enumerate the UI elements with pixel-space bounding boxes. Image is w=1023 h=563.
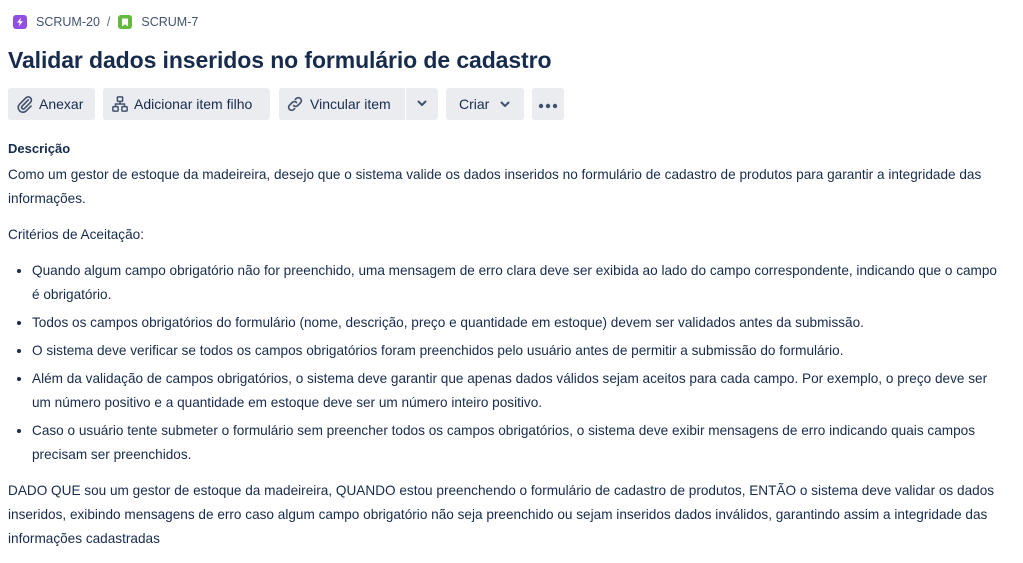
issue-title[interactable]: Validar dados inseridos no formulário de… <box>8 47 552 74</box>
chevron-down-icon <box>416 96 428 112</box>
description-scenario: DADO QUE sou um gestor de estoque da mad… <box>8 483 995 546</box>
breadcrumb-parent-issue[interactable]: SCRUM-20 <box>13 15 100 29</box>
criteria-list: Quando algum campo obrigatório não for p… <box>8 259 1006 467</box>
criteria-heading: Critérios de Aceitação: <box>8 227 145 242</box>
link-icon <box>285 95 305 113</box>
issue-view: SCRUM-20 / SCRUM-7 Validar dados inserid… <box>0 0 1023 561</box>
description-label: Descrição <box>8 141 71 156</box>
description-editor[interactable]: Como um gestor de estoque da madeireira,… <box>8 163 1006 563</box>
story-icon <box>118 15 133 29</box>
list-item: Todos os campos obrigatórios do formulár… <box>32 311 1006 335</box>
chevron-down-icon <box>499 98 511 110</box>
attach-label: Anexar <box>39 96 84 112</box>
link-item-dropdown-button[interactable] <box>406 88 438 120</box>
more-icon <box>538 96 558 112</box>
description-intro: Como um gestor de estoque da madeireira,… <box>8 167 982 206</box>
link-item-label: Vincular item <box>310 96 391 112</box>
add-child-item-label: Adicionar item filho <box>134 96 253 112</box>
create-label: Criar <box>459 96 490 112</box>
child-issues-icon <box>111 95 129 113</box>
create-button[interactable]: Criar <box>446 88 524 120</box>
list-item: Quando algum campo obrigatório não for p… <box>32 259 1006 307</box>
list-item: O sistema deve verificar se todos os cam… <box>32 339 1006 363</box>
attach-button[interactable]: Anexar <box>8 88 95 120</box>
list-item: Além da validação de campos obrigatórios… <box>32 367 1006 415</box>
epic-icon <box>13 15 27 29</box>
breadcrumb-current-issue[interactable]: SCRUM-7 <box>118 15 198 29</box>
link-item-button[interactable]: Vincular item <box>279 88 405 120</box>
breadcrumb-parent-key: SCRUM-20 <box>36 15 100 29</box>
more-actions-button[interactable] <box>532 88 564 120</box>
breadcrumb-current-key: SCRUM-7 <box>141 15 199 29</box>
breadcrumb: SCRUM-20 / SCRUM-7 <box>13 13 198 31</box>
list-item: Caso o usuário tente submeter o formulár… <box>32 419 1006 467</box>
breadcrumb-separator: / <box>106 15 111 29</box>
add-child-item-button[interactable]: Adicionar item filho <box>103 88 270 120</box>
paperclip-icon <box>16 95 34 113</box>
